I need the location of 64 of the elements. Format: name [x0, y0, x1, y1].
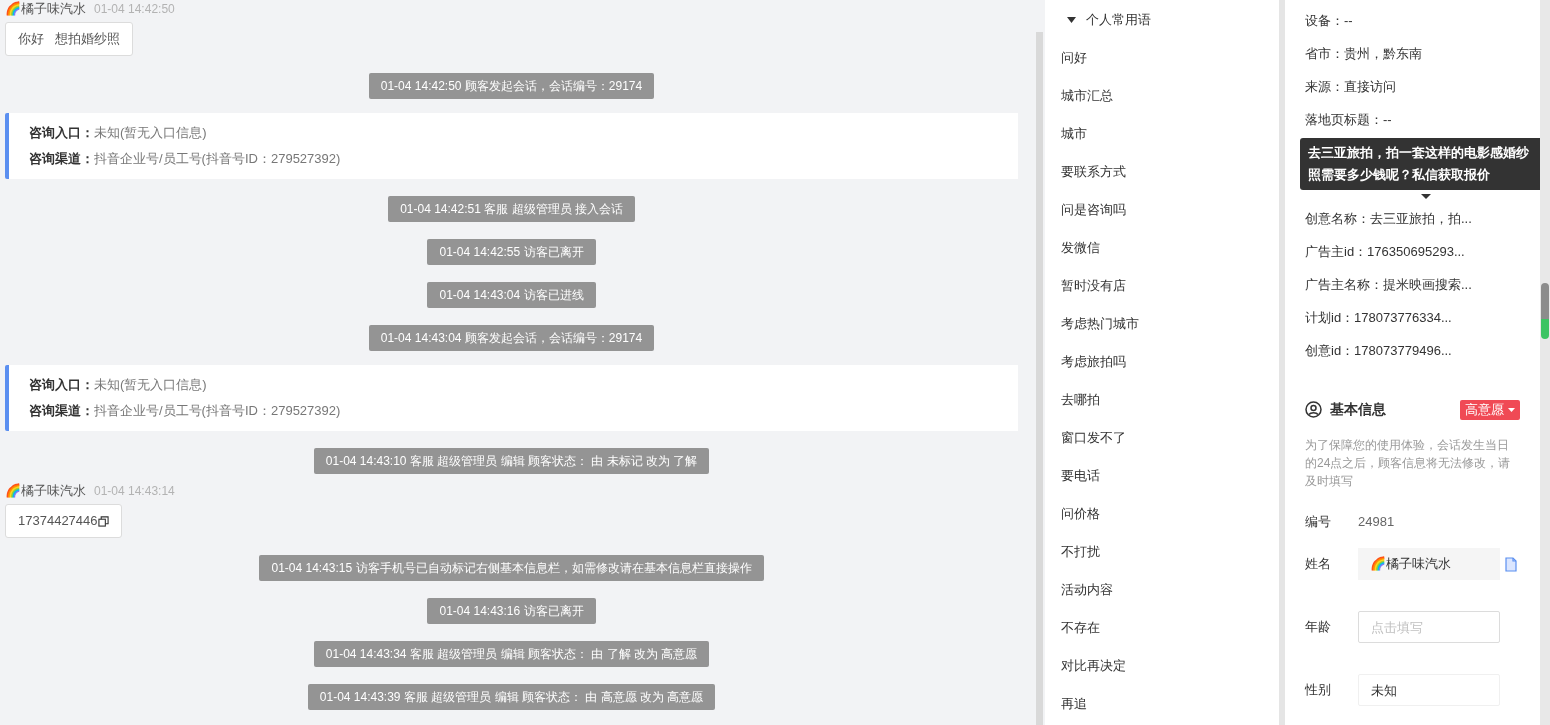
info-line: 设备：--	[1305, 12, 1354, 30]
system-message: 01-04 14:43:10 客服 超级管理员 编辑 顾客状态： 由 未标记 改为 了解	[313, 448, 710, 474]
system-message: 01-04 14:42:51 客服 超级管理员 接入会话	[388, 196, 635, 222]
info-line: 广告主id：176350695293...	[1305, 243, 1466, 261]
phrase-item[interactable]: 要联系方式	[1045, 153, 1279, 191]
info-line: 创意名称：去三亚旅拍，拍...	[1305, 210, 1473, 228]
field-label: 年龄	[1305, 618, 1332, 637]
user-icon	[1305, 401, 1322, 418]
message-text: 17374427446	[18, 512, 98, 531]
system-message: 01-04 14:42:55 访客已离开	[427, 239, 596, 265]
message-time: 01-04 14:42:50	[94, 2, 175, 16]
field-label: 姓名	[1305, 555, 1332, 574]
field-label: 编号	[1305, 513, 1332, 532]
entry-info-line: 咨询入口：未知(暂无入口信息)	[29, 376, 208, 394]
scrollbar-thumb[interactable]	[1541, 283, 1549, 339]
system-message: 01-04 14:43:04 访客已进线	[427, 282, 596, 308]
phrase-item[interactable]: 活动内容	[1045, 571, 1279, 609]
phrase-item[interactable]: 城市汇总	[1045, 77, 1279, 115]
phrase-item[interactable]: 问价格	[1045, 495, 1279, 533]
scrollbar[interactable]	[1036, 32, 1043, 725]
info-line: 广告主名称：提米映画搜索...	[1305, 276, 1473, 294]
phrase-item[interactable]: 问好	[1045, 39, 1279, 77]
phrase-item[interactable]: 发微信	[1045, 229, 1279, 267]
info-line: 计划id：178073776334...	[1305, 309, 1453, 327]
system-message: 01-04 14:43:15 访客手机号已自动标记右侧基本信息栏，如需修改请在基本信息栏直接操作	[259, 555, 764, 581]
sender-name: 🌈橘子味汽水	[5, 2, 86, 16]
system-message: 01-04 14:42:50 顾客发起会话，会话编号：29174	[368, 73, 655, 99]
section-title: 基本信息	[1330, 400, 1386, 419]
gender-select[interactable]: 未知	[1358, 674, 1500, 706]
entry-info-line: 咨询入口：未知(暂无入口信息)	[29, 124, 208, 142]
notice-text: 为了保障您的使用体验，会话发生当日的24点之后，顾客信息将无法修改，请及时填写	[1305, 437, 1512, 490]
phrase-item[interactable]: 去哪拍	[1045, 381, 1279, 419]
system-message: 01-04 14:43:16 访客已离开	[427, 598, 596, 624]
entry-info-line: 咨询渠道：抖音企业号/员工号(抖音号ID：279527392)	[29, 402, 342, 420]
message-time: 01-04 14:43:14	[94, 484, 175, 498]
phrase-item[interactable]: 暂时没有店	[1045, 267, 1279, 305]
info-line: 落地页标题：--	[1305, 111, 1393, 129]
copy-icon[interactable]	[97, 515, 109, 527]
phrase-item[interactable]: 要电话	[1045, 457, 1279, 495]
phrase-item[interactable]: 问是咨询吗	[1045, 191, 1279, 229]
phrase-item[interactable]: 不打扰	[1045, 533, 1279, 571]
phrase-item[interactable]: 考虑旅拍吗	[1045, 343, 1279, 381]
phrase-item[interactable]: 城市	[1045, 115, 1279, 153]
phrase-item[interactable]: 再追	[1045, 685, 1279, 723]
caret-icon	[1508, 407, 1515, 412]
phrase-item[interactable]: 窗口发不了	[1045, 419, 1279, 457]
info-line: 创意id：178073779496...	[1305, 342, 1453, 360]
phrase-item[interactable]: 对比再决定	[1045, 647, 1279, 685]
entry-info-line: 咨询渠道：抖音企业号/员工号(抖音号ID：279527392)	[29, 150, 342, 168]
info-line: 来源：直接访问	[1305, 78, 1397, 96]
system-message: 01-04 14:43:34 客服 超级管理员 编辑 顾客状态： 由 了解 改为 高意愿	[313, 641, 710, 667]
intent-tag[interactable]: 高意愿	[1460, 399, 1520, 420]
field-value: 24981	[1358, 513, 1395, 532]
phrase-item[interactable]: 考虑热门城市	[1045, 305, 1279, 343]
system-message: 01-04 14:43:39 客服 超级管理员 编辑 顾客状态： 由 高意愿 改为 高意愿	[307, 684, 716, 710]
system-message: 01-04 14:43:04 顾客发起会话，会话编号：29174	[368, 325, 655, 351]
message-text: 你好 想拍婚纱照	[18, 30, 120, 49]
phrase-item[interactable]: 不存在	[1045, 609, 1279, 647]
field-label: 性别	[1305, 681, 1332, 700]
sender-name: 🌈橘子味汽水	[5, 484, 86, 498]
name-field[interactable]: 🌈橘子味汽水	[1358, 548, 1500, 580]
phrase-group-header[interactable]: 个人常用语	[1045, 8, 1279, 32]
age-input[interactable]: 点击填写	[1358, 611, 1500, 643]
info-line: 省市：贵州，黔东南	[1305, 45, 1423, 63]
